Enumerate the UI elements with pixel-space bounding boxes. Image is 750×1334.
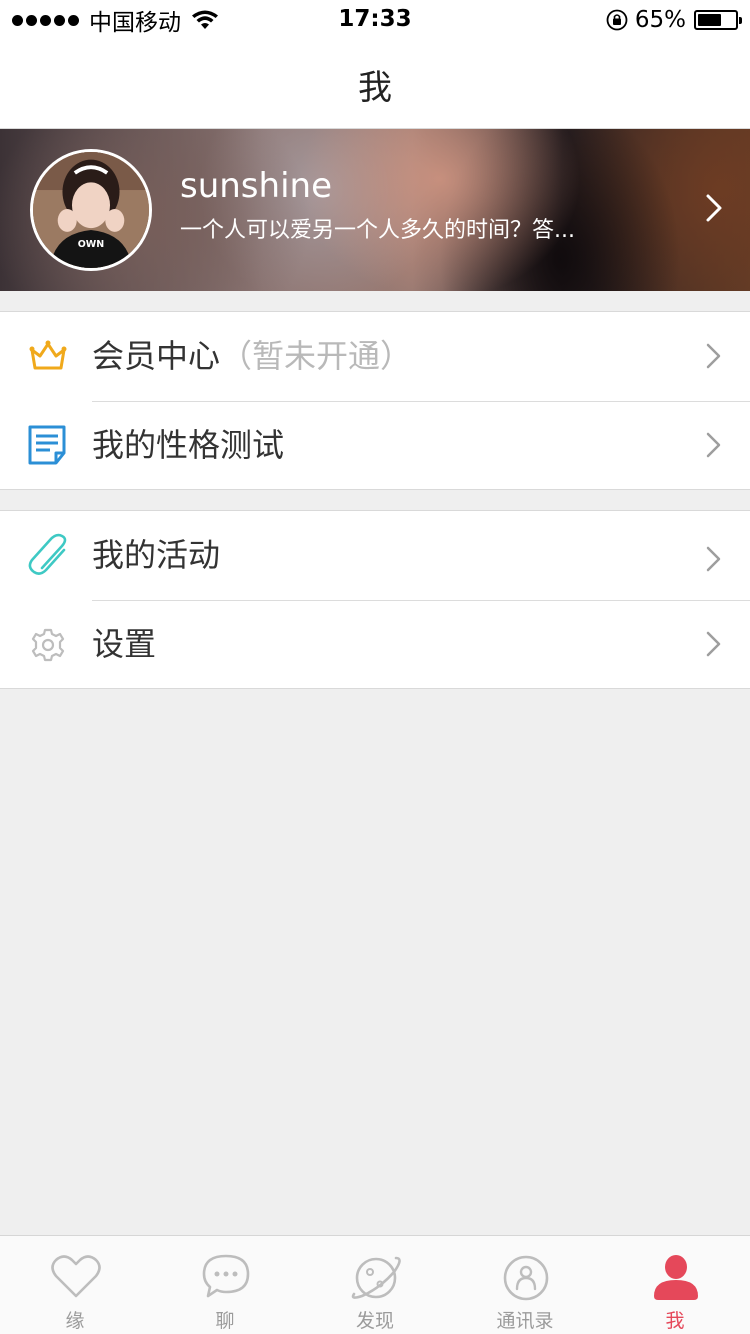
paperclip-icon bbox=[28, 533, 67, 575]
personality-test-row[interactable]: 我的性格测试 bbox=[0, 401, 750, 490]
heart-icon bbox=[51, 1255, 101, 1298]
navigation-bar: 我 bbox=[0, 40, 750, 129]
profile-motto: 一个人可以爱另一个人多久的时间？答... bbox=[180, 218, 575, 243]
tab-discover[interactable]: 发现 bbox=[300, 1236, 450, 1334]
avatar[interactable]: OWN bbox=[30, 149, 152, 271]
menu-group-account: 会员中心（暂未开通） 我的性格测试 bbox=[0, 311, 750, 490]
personality-test-label: 我的性格测试 bbox=[92, 426, 285, 464]
member-center-status: （暂未开通） bbox=[220, 337, 413, 375]
svg-text:OWN: OWN bbox=[78, 239, 105, 250]
tab-yuan[interactable]: 缘 bbox=[0, 1236, 150, 1334]
status-bar: 中国移动 17:33 65% bbox=[0, 0, 750, 40]
profile-name: sunshine bbox=[180, 166, 332, 206]
tab-label: 发现 bbox=[355, 1310, 394, 1332]
tab-label: 我 bbox=[665, 1310, 685, 1332]
tab-me[interactable]: 我 bbox=[600, 1236, 750, 1334]
battery-icon bbox=[694, 10, 742, 30]
member-center-row[interactable]: 会员中心（暂未开通） bbox=[0, 312, 750, 401]
profile-header[interactable]: OWN sunshine 一个人可以爱另一个人多久的时间？答... bbox=[0, 129, 750, 291]
contact-icon bbox=[503, 1255, 549, 1301]
planet-icon bbox=[351, 1256, 401, 1299]
member-center-title: 会员中心 bbox=[92, 337, 221, 375]
menu-group-general: 我的活动 设置 bbox=[0, 510, 750, 689]
tab-label: 聊 bbox=[215, 1310, 235, 1332]
chevron-right-icon bbox=[706, 343, 721, 369]
my-activities-row[interactable]: 我的活动 bbox=[0, 511, 750, 600]
status-right: 65% bbox=[605, 6, 742, 34]
tab-contacts[interactable]: 通讯录 bbox=[450, 1236, 600, 1334]
tab-label: 通讯录 bbox=[496, 1310, 554, 1332]
my-activities-label: 我的活动 bbox=[92, 536, 221, 574]
chat-bubble-icon bbox=[202, 1254, 250, 1298]
note-icon bbox=[28, 425, 66, 465]
tab-chat[interactable]: 聊 bbox=[150, 1236, 300, 1334]
rotation-lock-icon bbox=[606, 9, 628, 31]
settings-label: 设置 bbox=[92, 625, 157, 663]
battery-fill bbox=[698, 14, 721, 26]
chevron-right-icon bbox=[706, 432, 721, 458]
chevron-right-icon bbox=[706, 631, 721, 657]
avatar-photo: OWN bbox=[33, 152, 149, 268]
gear-icon bbox=[31, 628, 65, 662]
person-icon bbox=[654, 1255, 698, 1300]
settings-row[interactable]: 设置 bbox=[0, 600, 750, 689]
chevron-right-icon bbox=[706, 546, 721, 572]
tab-bar: 缘 聊 发现 通讯录 我 bbox=[0, 1235, 750, 1334]
page-title: 我 bbox=[358, 67, 392, 108]
crown-icon bbox=[29, 340, 67, 370]
member-center-label: 会员中心（暂未开通） bbox=[92, 336, 412, 376]
tab-label: 缘 bbox=[65, 1310, 85, 1332]
chevron-right-icon bbox=[706, 194, 722, 222]
battery-percent: 65% bbox=[634, 7, 686, 33]
